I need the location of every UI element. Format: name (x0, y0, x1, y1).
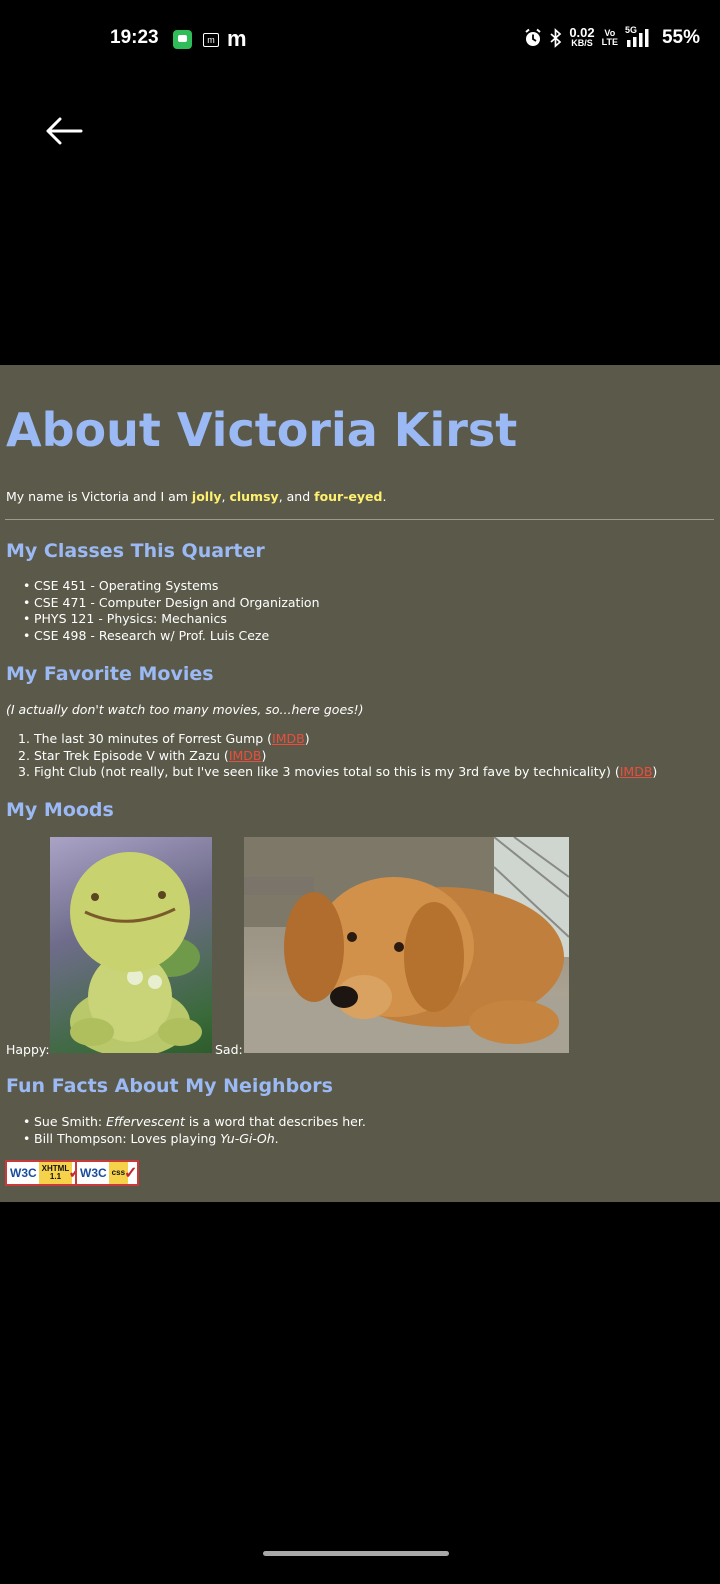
happy-image (50, 837, 212, 1053)
sad-puppy-image (244, 837, 569, 1053)
back-arrow-icon[interactable] (44, 116, 84, 146)
imdb-link[interactable]: IMDB (272, 731, 305, 746)
m-app-icon: m (227, 26, 247, 51)
neighbors-heading: Fun Facts About My Neighbors (6, 1075, 333, 1097)
sad-label: Sad: (215, 1042, 243, 1057)
bluetooth-icon (550, 28, 562, 48)
message-icon (173, 30, 192, 49)
m-box-icon: m (203, 33, 219, 47)
movies-list: 1. The last 30 minutes of Forrest Gump (I… (18, 731, 658, 781)
battery-level: 55% (661, 27, 700, 48)
moods-section: Happy: Sad: (6, 837, 720, 1057)
list-item: CSE 498 - Research w/ Prof. Luis Ceze (34, 628, 320, 645)
list-item: 1. The last 30 minutes of Forrest Gump (I… (18, 731, 310, 746)
list-item: PHYS 121 - Physics: Mechanics (34, 611, 320, 628)
web-page: About Victoria Kirst My name is Victoria… (0, 365, 720, 1202)
w3c-xhtml-badge[interactable]: W3C XHTML1.1 ✓ (5, 1160, 84, 1186)
page-title: About Victoria Kirst (6, 403, 518, 457)
list-item: 2. Star Trek Episode V with Zazu (IMDB) (18, 747, 267, 763)
home-indicator[interactable] (263, 1551, 449, 1556)
divider (5, 519, 714, 520)
alarm-icon (525, 28, 541, 46)
list-item: CSE 451 - Operating Systems (34, 578, 320, 595)
status-right: 0.02 KB/S Vo LTE 5G 55% (523, 25, 700, 49)
list-item: 3. Fight Club (not really, but I've seen … (18, 764, 658, 779)
classes-heading: My Classes This Quarter (6, 540, 265, 562)
moods-heading: My Moods (6, 799, 114, 821)
list-item: CSE 471 - Computer Design and Organizati… (34, 595, 320, 612)
classes-list: CSE 451 - Operating Systems CSE 471 - Co… (34, 578, 320, 644)
happy-label: Happy: (6, 1042, 50, 1057)
movies-note: (I actually don't watch too many movies,… (6, 702, 364, 717)
w3c-css-badge[interactable]: W3C css ✓ (75, 1160, 140, 1186)
status-time: 19:23 (110, 27, 159, 48)
list-item: Sue Smith: Effervescent is a word that d… (34, 1114, 366, 1131)
neighbors-list: Sue Smith: Effervescent is a word that d… (34, 1114, 366, 1147)
signal-icon: 5G (625, 25, 655, 48)
status-bar: 19:23 m m 0.02 KB/S Vo LTE 5G 55% (0, 0, 720, 80)
volte-indicator: Vo LTE (601, 28, 618, 47)
imdb-link[interactable]: IMDB (620, 764, 653, 779)
movies-heading: My Favorite Movies (6, 663, 214, 685)
net-speed: 0.02 KB/S (569, 25, 595, 48)
intro-text: My name is Victoria and I am jolly, clum… (6, 489, 387, 504)
list-item: Bill Thompson: Loves playing Yu-Gi-Oh. (34, 1131, 366, 1148)
check-icon: ✓ (124, 1165, 138, 1182)
imdb-link[interactable]: IMDB (229, 748, 262, 763)
